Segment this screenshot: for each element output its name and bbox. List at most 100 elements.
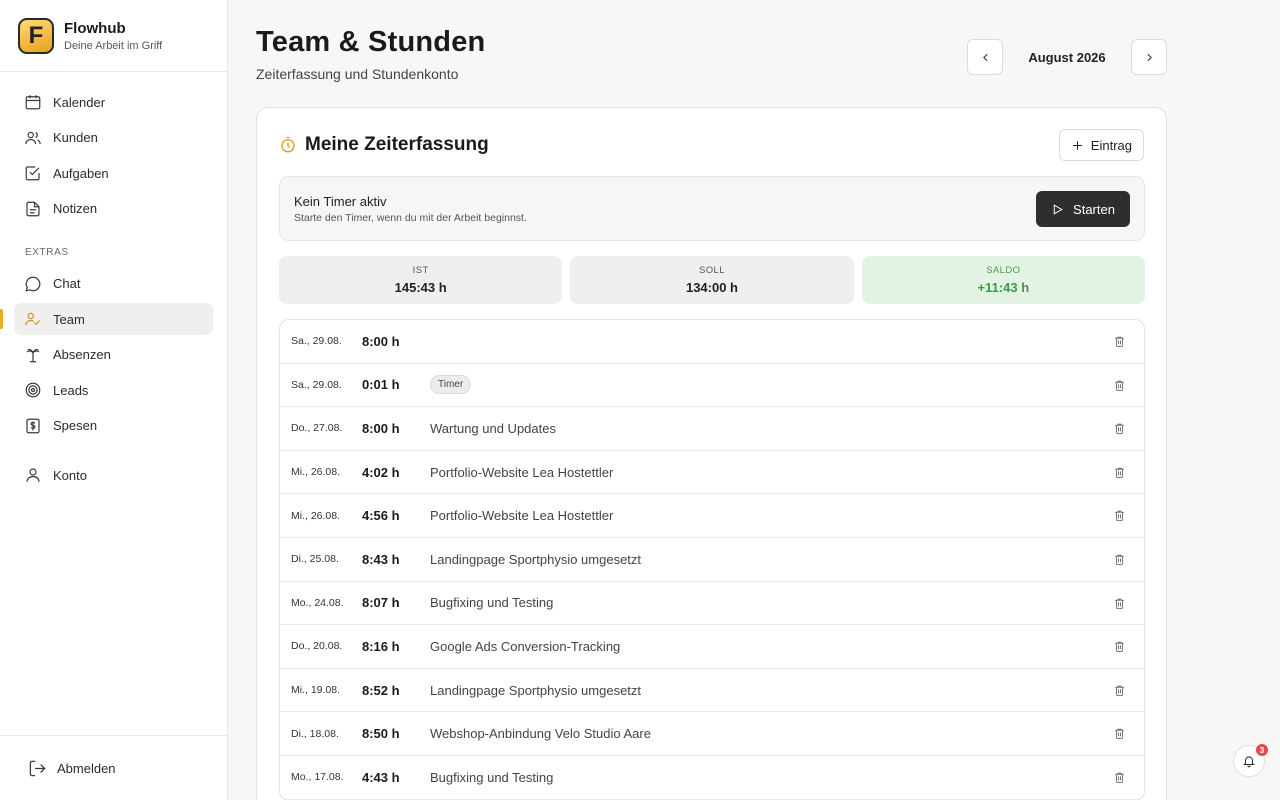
logout-button[interactable]: Abmelden	[0, 735, 227, 800]
logout-icon	[29, 760, 46, 776]
trash-icon[interactable]	[1113, 597, 1126, 610]
trash-icon[interactable]	[1113, 466, 1126, 479]
timer-panel: Kein Timer aktiv Starte den Timer, wenn …	[279, 176, 1145, 241]
entry-date: Mo., 17.08.	[291, 771, 344, 784]
sidebar-item-leads[interactable]: Leads	[14, 374, 213, 406]
card-header: Meine Zeiterfassung	[279, 134, 489, 156]
entry-description: Bugfixing und Testing	[430, 769, 554, 785]
previous-month-button[interactable]	[967, 39, 1003, 75]
sidebar-item-label: Chat	[53, 276, 81, 291]
team-icon	[25, 312, 41, 326]
timer-status: Kein Timer aktiv	[294, 194, 387, 209]
sidebar-item-kunden[interactable]: Kunden	[14, 122, 213, 154]
stat-value: +11:43 h	[977, 280, 1030, 295]
entry-date: Di., 18.08.	[291, 727, 339, 740]
entry-date: Sa., 29.08.	[291, 335, 342, 348]
trash-icon[interactable]	[1113, 509, 1126, 522]
sidebar-item-konto[interactable]: Konto	[14, 459, 213, 491]
sidebar: F Flowhub Deine Arbeit im Griff Kalender…	[0, 0, 228, 800]
stat-ist: IST 145:43 h	[279, 256, 563, 304]
entry-date: Mi., 19.08.	[291, 684, 341, 697]
user-icon	[26, 468, 40, 482]
logout-label: Abmelden	[57, 760, 116, 776]
start-timer-label: Starten	[1073, 201, 1115, 217]
trash-icon[interactable]	[1113, 727, 1126, 740]
add-entry-button[interactable]: Eintrag	[1058, 129, 1144, 161]
entry-description: Wartung und Updates	[430, 420, 556, 436]
entry-hours: 8:16 h	[362, 638, 400, 654]
trash-icon[interactable]	[1113, 422, 1126, 435]
sidebar-item-chat[interactable]: Chat	[14, 268, 213, 300]
stat-value: 134:00 h	[685, 280, 739, 295]
time-entries-list: Sa., 29.08. 8:00 h Sa., 29.08. 0:01 h Ti…	[279, 319, 1145, 800]
stat-label: SALDO	[986, 265, 1021, 276]
entry-description: Portfolio-Website Lea Hostettler	[430, 508, 614, 524]
sidebar-item-spesen[interactable]: Spesen	[14, 410, 213, 442]
entry-date: Di., 25.08.	[291, 553, 339, 566]
section-label-extras: EXTRAS	[25, 246, 69, 258]
flowhub-logo: F	[18, 17, 54, 54]
entry-description: Landingpage Sportphysio umgesetzt	[430, 682, 642, 698]
entry-date: Mi., 26.08.	[291, 509, 341, 522]
palm-tree-icon	[26, 348, 40, 362]
entry-hours: 4:02 h	[362, 464, 400, 480]
time-tracking-card: Meine Zeiterfassung Eintrag Kein Timer a…	[256, 107, 1167, 800]
sidebar-item-team[interactable]: Team	[0, 303, 213, 335]
sidebar-item-label: Team	[53, 311, 85, 327]
receipt-icon	[26, 418, 40, 433]
stopwatch-icon	[281, 136, 295, 153]
main-content: Team & Stunden Zeiterfassung und Stunden…	[228, 0, 1280, 800]
sidebar-item-label: Leads	[53, 382, 89, 398]
trash-icon[interactable]	[1113, 335, 1126, 348]
trash-icon[interactable]	[1113, 771, 1126, 784]
page-title: Team & Stunden	[256, 26, 486, 58]
sidebar-item-label: Spesen	[53, 418, 98, 433]
calendar-icon	[25, 95, 41, 110]
stat-value: 145:43 h	[394, 280, 447, 295]
sidebar-item-label: Absenzen	[53, 347, 111, 362]
entry-hours: 8:50 h	[362, 726, 400, 742]
entry-hours: 8:43 h	[362, 551, 400, 567]
stat-saldo: SALDO +11:43 h	[861, 256, 1145, 304]
note-icon	[26, 201, 40, 216]
sidebar-item-label: Notizen	[53, 201, 98, 216]
checkbox-icon	[25, 166, 40, 181]
plus-icon	[1072, 140, 1082, 150]
sidebar-item-notizen[interactable]: Notizen	[14, 193, 213, 225]
chat-icon	[25, 276, 41, 292]
list-item: Do., 27.08. 8:00 h Wartung und Updates	[280, 407, 1144, 451]
trash-icon[interactable]	[1113, 379, 1126, 392]
list-item: Mo., 24.08. 8:07 h Bugfixing und Testing	[280, 582, 1144, 626]
next-month-button[interactable]	[1131, 39, 1167, 75]
month-navigator: August 2026	[967, 39, 1167, 75]
sidebar-item-label: Kunden	[53, 130, 98, 145]
list-item: Sa., 29.08. 8:00 h	[280, 320, 1144, 364]
trash-icon[interactable]	[1113, 640, 1126, 653]
notifications-button[interactable]: 3	[1233, 744, 1268, 777]
entry-hours: 8:00 h	[362, 420, 400, 436]
trash-icon[interactable]	[1113, 684, 1126, 697]
entry-hours: 4:56 h	[362, 508, 400, 524]
stat-label: IST	[412, 265, 429, 276]
entry-description: Bugfixing und Testing	[430, 595, 554, 611]
trash-icon[interactable]	[1113, 553, 1126, 566]
entry-date: Do., 20.08.	[291, 640, 343, 653]
list-item: Di., 25.08. 8:43 h Landingpage Sportphys…	[280, 538, 1144, 582]
sidebar-item-kalender[interactable]: Kalender	[14, 86, 213, 118]
entry-date: Sa., 29.08.	[291, 378, 342, 391]
list-item: Do., 20.08. 8:16 h Google Ads Conversion…	[280, 625, 1144, 669]
brand: F Flowhub Deine Arbeit im Griff	[0, 0, 227, 72]
brand-name: Flowhub	[64, 19, 126, 37]
brand-tagline: Deine Arbeit im Griff	[64, 39, 163, 52]
sidebar-item-aufgaben[interactable]: Aufgaben	[14, 157, 213, 189]
sidebar-item-label: Konto	[53, 467, 87, 483]
start-timer-button[interactable]: Starten	[1036, 191, 1130, 227]
play-icon	[1053, 203, 1063, 215]
sidebar-item-absenzen[interactable]: Absenzen	[14, 339, 213, 371]
sidebar-nav: Kalender Kunden Aufgaben Notizen EXTRAS …	[0, 72, 227, 491]
target-icon	[25, 382, 41, 398]
users-icon	[25, 131, 41, 144]
list-item: Mi., 26.08. 4:56 h Portfolio-Website Lea…	[280, 494, 1144, 538]
notification-count-badge: 3	[1256, 744, 1268, 756]
hours-summary: IST 145:43 h SOLL 134:00 h SALDO +11:43 …	[279, 256, 1145, 304]
